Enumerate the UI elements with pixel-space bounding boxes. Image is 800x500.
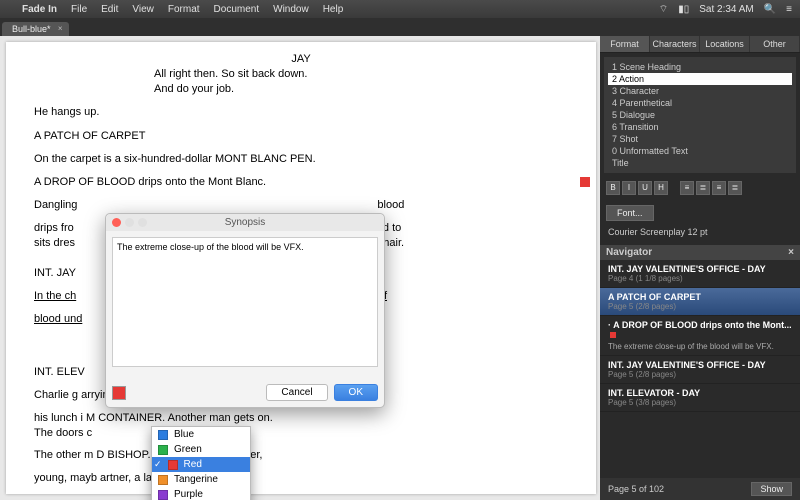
- font-button[interactable]: Font...: [606, 205, 654, 221]
- element-unformatted[interactable]: 0 Unformatted Text: [608, 145, 792, 157]
- menubar: Fade In File Edit View Format Document W…: [0, 0, 800, 18]
- color-option-blue[interactable]: Blue: [152, 427, 250, 442]
- element-shot[interactable]: 7 Shot: [608, 133, 792, 145]
- menu-help[interactable]: Help: [323, 4, 344, 15]
- menu-format[interactable]: Format: [168, 4, 200, 15]
- search-icon[interactable]: 🔍: [764, 4, 776, 15]
- battery-icon[interactable]: ▮▯: [678, 4, 689, 15]
- element-transition[interactable]: 6 Transition: [608, 121, 792, 133]
- wifi-icon[interactable]: ⌔: [659, 3, 668, 16]
- navigator-close-icon[interactable]: ×: [788, 247, 794, 258]
- nav-item[interactable]: · A DROP OF BLOOD drips onto the Mont...…: [600, 316, 800, 356]
- action-line: Danglingblood: [34, 198, 568, 213]
- tab-characters[interactable]: Characters: [650, 36, 700, 52]
- align-center-icon[interactable]: ≣: [696, 181, 710, 195]
- highlight-icon[interactable]: H: [654, 181, 668, 195]
- action-line: The doors c: [34, 426, 568, 441]
- menu-edit[interactable]: Edit: [101, 4, 118, 15]
- minimize-window-icon: [125, 218, 134, 227]
- synopsis-dialog: Synopsis Cancel OK: [105, 213, 385, 408]
- character-cue: JAY: [34, 52, 568, 67]
- color-picker-button[interactable]: [112, 386, 126, 400]
- app-name[interactable]: Fade In: [22, 4, 57, 15]
- element-character[interactable]: 3 Character: [608, 85, 792, 97]
- align-right-icon[interactable]: ≡: [712, 181, 726, 195]
- document-tab[interactable]: Bull-blue* ×: [2, 22, 69, 36]
- revision-marker[interactable]: [580, 177, 590, 187]
- action-line: A DROP OF BLOOD drips onto the Mont Blan…: [34, 175, 568, 190]
- close-window-icon[interactable]: [112, 218, 121, 227]
- show-button[interactable]: Show: [751, 482, 792, 496]
- document-tabbar: Bull-blue* ×: [0, 18, 800, 36]
- menu-extra-icon[interactable]: ≡: [786, 4, 792, 15]
- nav-item[interactable]: INT. JAY VALENTINE'S OFFICE - DAY Page 4…: [600, 260, 800, 288]
- navigator-footer: Page 5 of 102 Show: [600, 478, 800, 500]
- element-scene-heading[interactable]: 1 Scene Heading: [608, 61, 792, 73]
- font-label: Courier Screenplay 12 pt: [600, 227, 800, 245]
- tab-label: Bull-blue*: [12, 24, 51, 34]
- dialog-title-label: Synopsis: [225, 217, 266, 228]
- bold-icon[interactable]: B: [606, 181, 620, 195]
- menu-view[interactable]: View: [132, 4, 154, 15]
- navigator-title: Navigator: [606, 247, 652, 258]
- element-title[interactable]: Title: [608, 157, 792, 169]
- align-justify-icon[interactable]: ≣: [728, 181, 742, 195]
- tab-other[interactable]: Other: [750, 36, 800, 52]
- close-icon[interactable]: ×: [58, 24, 63, 33]
- synopsis-textarea[interactable]: [112, 237, 378, 367]
- zoom-window-icon: [138, 218, 147, 227]
- align-left-icon[interactable]: ≡: [680, 181, 694, 195]
- navigator-header: Navigator ×: [600, 245, 800, 260]
- italic-icon[interactable]: I: [622, 181, 636, 195]
- menu-window[interactable]: Window: [273, 4, 309, 15]
- navigator-list[interactable]: INT. JAY VALENTINE'S OFFICE - DAY Page 4…: [600, 260, 800, 478]
- editor-area: JAY All right then. So sit back down. An…: [0, 36, 600, 500]
- tab-format[interactable]: Format: [600, 36, 650, 52]
- page-count-label: Page 5 of 102: [608, 484, 664, 494]
- revision-marker-icon: [610, 332, 616, 338]
- dialogue-line: All right then. So sit back down.: [34, 67, 568, 82]
- action-line: young, mayb artner, a ladder-climber.: [34, 471, 568, 486]
- cancel-button[interactable]: Cancel: [266, 384, 327, 401]
- panel-tabs: Format Characters Locations Other: [600, 36, 800, 53]
- action-line: On the carpet is a six-hundred-dollar MO…: [34, 152, 568, 167]
- ok-button[interactable]: OK: [334, 384, 378, 401]
- dialog-titlebar[interactable]: Synopsis: [106, 214, 384, 231]
- element-dialogue[interactable]: 5 Dialogue: [608, 109, 792, 121]
- element-list: 1 Scene Heading 2 Action 3 Character 4 P…: [604, 57, 796, 173]
- action-line: He hangs up.: [34, 105, 568, 120]
- underline-icon[interactable]: U: [638, 181, 652, 195]
- tab-locations[interactable]: Locations: [700, 36, 750, 52]
- action-line: his lunch i M CONTAINER. Another man get…: [34, 411, 568, 426]
- dialogue-line: And do your job.: [34, 82, 568, 97]
- action-line: The other m D BISHOP. He looks like a la…: [34, 448, 568, 463]
- scene-heading: A PATCH OF CARPET: [34, 129, 568, 144]
- nav-item[interactable]: INT. JAY VALENTINE'S OFFICE - DAY Page 5…: [600, 356, 800, 384]
- element-action[interactable]: 2 Action: [608, 73, 792, 85]
- color-option-green[interactable]: Green: [152, 442, 250, 457]
- element-parenthetical[interactable]: 4 Parenthetical: [608, 97, 792, 109]
- nav-item[interactable]: INT. ELEVATOR - DAY Page 5 (3/8 pages): [600, 384, 800, 412]
- format-icons: B I U H ≡ ≣ ≡ ≣: [600, 177, 800, 199]
- menu-file[interactable]: File: [71, 4, 87, 15]
- menu-document[interactable]: Document: [214, 4, 260, 15]
- color-option-tangerine[interactable]: Tangerine: [152, 472, 250, 487]
- nav-item[interactable]: A PATCH OF CARPET Page 5 (2/8 pages): [600, 288, 800, 316]
- clock[interactable]: Sat 2:34 AM: [699, 4, 753, 15]
- color-option-purple[interactable]: Purple: [152, 487, 250, 500]
- right-panel: Format Characters Locations Other 1 Scen…: [600, 36, 800, 500]
- color-option-red[interactable]: ✓Red: [152, 457, 250, 472]
- color-dropdown: Blue Green ✓Red Tangerine Purple Cyan Ma…: [151, 426, 251, 500]
